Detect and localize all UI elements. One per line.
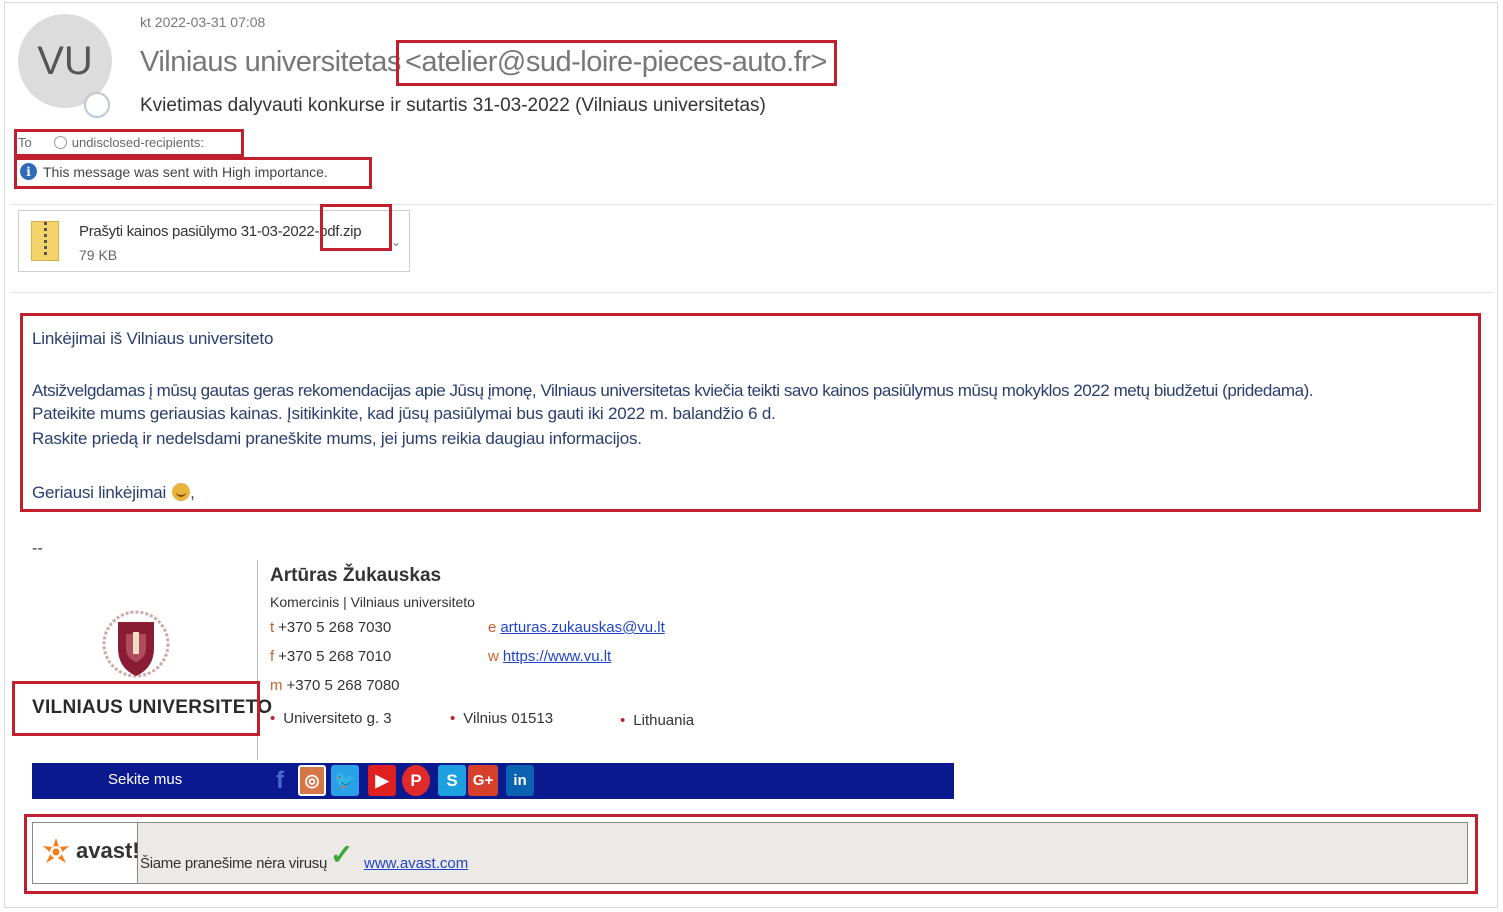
body-greeting: Linkėjimai iš Vilniaus universiteto <box>32 329 274 348</box>
signature-role: Komercinis | Vilniaus universiteto <box>270 594 475 610</box>
closing-text: Geriausi linkėjimai <box>32 483 167 502</box>
address-city: • Vilnius 01513 <box>450 710 553 727</box>
signature-email: e arturas.zukauskas@vu.lt <box>488 619 665 636</box>
message-subject: Kvietimas dalyvauti konkurse ir sutartis… <box>140 95 766 116</box>
checkmark-icon: ✓ <box>330 839 354 870</box>
sender-display-name[interactable]: Vilniaus universitetas <box>140 46 401 79</box>
university-crest-icon <box>102 610 170 678</box>
avast-link[interactable]: www.avast.com <box>364 855 468 872</box>
phone-f-value: +370 5 268 7010 <box>278 648 392 665</box>
attachment-name[interactable]: Prašyti kainos pasiūlymo 31-03-2022-pdf.… <box>79 223 362 240</box>
address-street-text: Universiteto g. 3 <box>283 710 392 727</box>
phone-f-key: f <box>270 648 275 665</box>
avast-footer <box>32 822 1468 884</box>
address-city-text: Vilnius 01513 <box>463 710 554 727</box>
address-street: • Universiteto g. 3 <box>270 710 392 727</box>
signature-separator: -- <box>32 540 43 557</box>
address-country-text: Lithuania <box>633 712 695 729</box>
chevron-down-icon[interactable]: ⌄ <box>391 235 401 249</box>
signature-web: w https://www.vu.lt <box>488 648 611 665</box>
signature-person-name: Artūras Žukauskas <box>270 565 442 586</box>
header-divider <box>12 204 1494 205</box>
signature-phone-m: m +370 5 268 7080 <box>270 677 400 694</box>
highlight-importance <box>14 157 372 189</box>
message-date: kt 2022-03-31 07:08 <box>140 14 266 30</box>
web-key: w <box>488 648 499 665</box>
linkedin-icon[interactable]: in <box>506 765 534 796</box>
youtube-icon[interactable]: ▶ <box>368 765 396 796</box>
zip-file-icon <box>31 221 59 261</box>
phone-m-value: +370 5 268 7080 <box>286 677 400 694</box>
twitter-icon[interactable]: 🐦 <box>331 765 359 796</box>
body-line-1: Atsižvelgdamas į mūsų gautas geras rekom… <box>32 381 1314 400</box>
google-plus-icon[interactable]: G+ <box>468 765 498 796</box>
closing-suffix: , <box>190 483 195 502</box>
phone-t-value: +370 5 268 7030 <box>278 619 392 636</box>
body-line-3: Raskite priedą ir nedelsdami praneškite … <box>32 429 642 448</box>
highlight-attachment-extension <box>320 204 392 251</box>
signature-phone-f: f +370 5 268 7010 <box>270 648 391 665</box>
presence-status-icon <box>84 92 110 118</box>
web-link[interactable]: https://www.vu.lt <box>503 648 611 665</box>
avast-message: Šiame pranešime nėra virusų <box>140 855 327 872</box>
smiley-icon <box>172 483 191 501</box>
email-key: e <box>488 619 497 636</box>
highlight-recipients <box>14 129 244 157</box>
body-closing: Geriausi linkėjimai, <box>32 483 195 503</box>
body-line-2: Pateikite mums geriausias kainas. Įsitik… <box>32 404 776 423</box>
instagram-icon[interactable]: ◎ <box>298 765 326 796</box>
highlight-sender-email <box>396 40 837 86</box>
highlight-university-name <box>12 681 260 736</box>
signature-phone-t: t +370 5 268 7030 <box>270 619 391 636</box>
email-link[interactable]: arturas.zukauskas@vu.lt <box>500 619 664 636</box>
bullet-icon: • <box>450 710 456 727</box>
avast-logo-icon <box>43 838 69 863</box>
bullet-icon: • <box>270 710 276 727</box>
pinterest-icon[interactable]: P <box>402 765 430 796</box>
address-country: • Lithuania <box>620 712 694 729</box>
attachment-size: 79 KB <box>79 247 118 263</box>
avatar-initials: VU <box>37 38 93 83</box>
attachment-divider <box>12 292 1494 293</box>
follow-us-label: Sekite mus <box>108 771 183 788</box>
skype-icon[interactable]: S <box>438 765 466 796</box>
avast-brand: avast! <box>76 838 140 863</box>
bullet-icon: • <box>620 712 626 729</box>
facebook-icon[interactable]: f <box>266 765 294 796</box>
phone-t-key: t <box>270 619 275 636</box>
phone-m-key: m <box>270 677 283 694</box>
